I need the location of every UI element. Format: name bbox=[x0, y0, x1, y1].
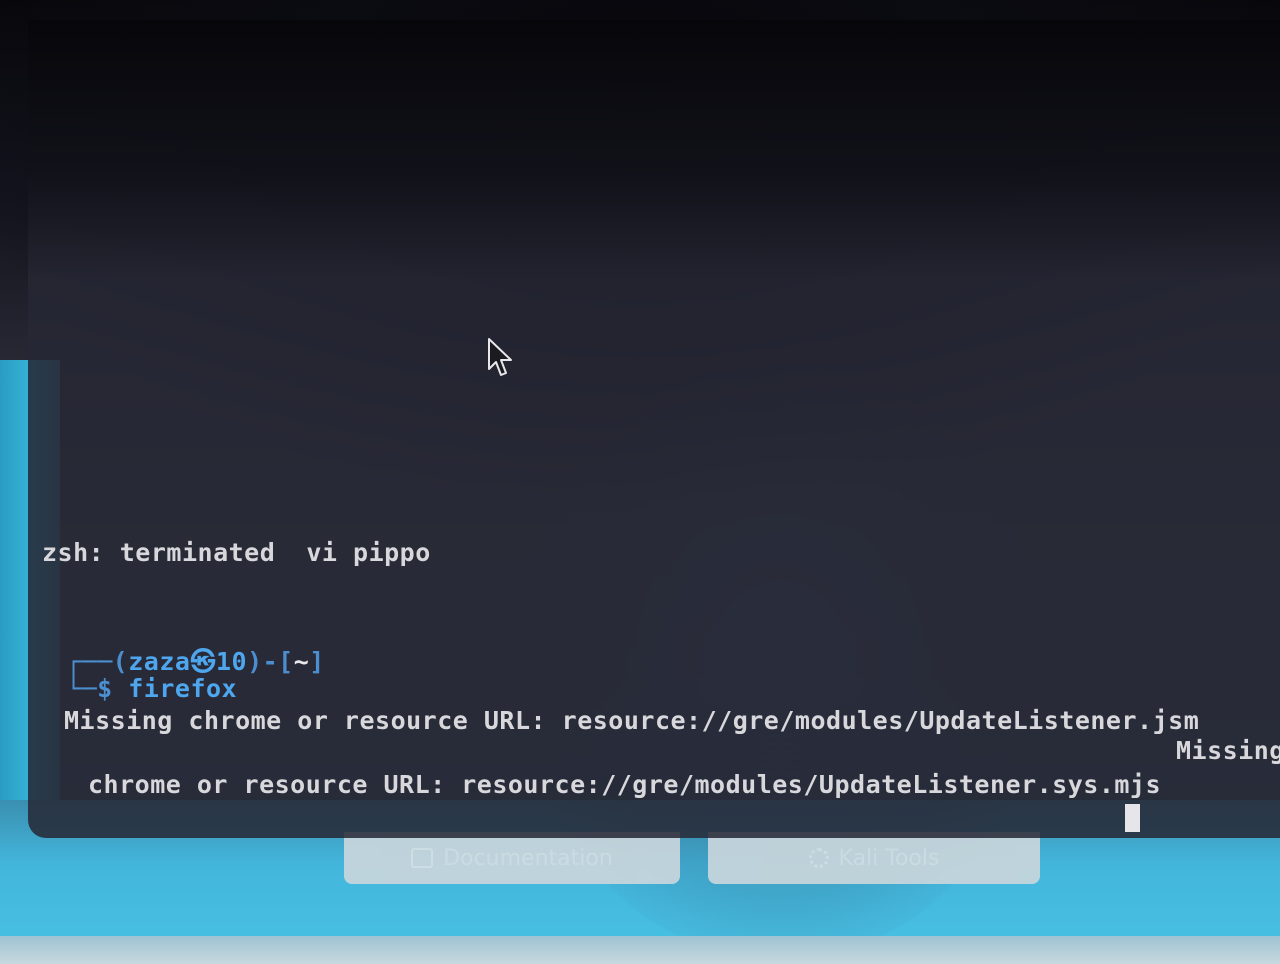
prompt-command: firefox bbox=[128, 674, 238, 703]
terminal-window[interactable]: zsh: terminated vi pippo ┌──(zaza㉿10)-[~… bbox=[28, 20, 1280, 838]
terminal-background-shade bbox=[28, 20, 1280, 280]
output-line: chrome or resource URL: resource://gre/m… bbox=[88, 770, 1162, 799]
kali-tools-launcher-button[interactable]: Kali Tools bbox=[708, 832, 1040, 884]
prompt-user: zaza bbox=[128, 647, 191, 676]
gear-icon bbox=[808, 848, 829, 868]
document-icon bbox=[411, 848, 434, 868]
prompt-cwd: ~ bbox=[293, 647, 310, 676]
documentation-label: Documentation bbox=[443, 845, 613, 871]
prompt-at-symbol: ㉿ bbox=[190, 647, 216, 676]
kali-tools-label: Kali Tools bbox=[838, 845, 940, 871]
output-line: Missing bbox=[1176, 736, 1280, 765]
taskbar bbox=[0, 936, 1280, 964]
termination-message: zsh: terminated vi pippo bbox=[42, 538, 431, 567]
desktop-screen: Documentation Kali Tools zsh: terminated… bbox=[0, 0, 1280, 964]
documentation-launcher-button[interactable]: Documentation bbox=[344, 832, 680, 884]
prompt-symbol: $ bbox=[97, 674, 113, 703]
mouse-pointer-icon bbox=[488, 338, 512, 376]
output-line: Missing chrome or resource URL: resource… bbox=[64, 706, 1200, 735]
prompt-command-line: └─$ firefox bbox=[66, 674, 238, 703]
prompt-host: 10 bbox=[215, 647, 248, 676]
prompt-header: ┌──(zaza㉿10)-[~] bbox=[66, 647, 325, 676]
text-cursor bbox=[1125, 804, 1140, 832]
